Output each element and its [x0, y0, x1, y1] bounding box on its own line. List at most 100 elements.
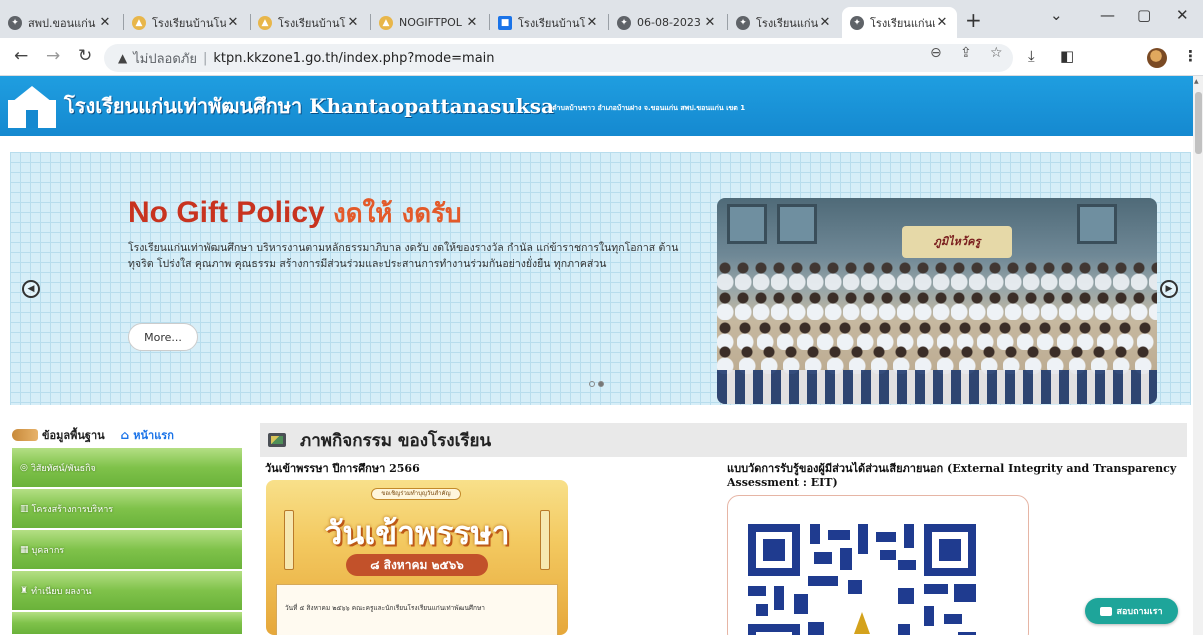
warning-icon[interactable]: ▲	[118, 51, 127, 65]
poster-caption: วันที่ ๕ สิงหาคม ๒๕๖๖ คณะครูและนักเรียนโ…	[285, 604, 485, 612]
gallery-icon	[268, 433, 286, 447]
section-title: ภาพกิจกรรม ของโรงเรียน	[300, 430, 492, 451]
bookmark-star-icon[interactable]: ☆	[990, 45, 1003, 61]
tab-title: NOGIFTPOL	[399, 16, 462, 29]
browser-tab-active[interactable]: ✦ โรงเรียนแก่นเท่า ✕	[842, 7, 957, 38]
tab-title: โรงเรียนบ้านโน	[278, 16, 346, 30]
hero-title-en: No Gift Policy	[128, 196, 325, 229]
close-icon[interactable]: ✕	[226, 15, 240, 30]
browser-tab[interactable]: ✦ สพป.ขอนแก่น ✕	[0, 7, 120, 38]
new-tab-icon[interactable]: +	[965, 8, 982, 32]
sidebar-item-label: ทำเนียบ ผลงาน	[31, 586, 92, 597]
school-logo-icon[interactable]	[8, 86, 56, 128]
zoom-icon[interactable]: ⊖	[930, 45, 942, 61]
globe-icon: ✦	[8, 15, 22, 30]
close-icon[interactable]: ✕	[346, 15, 360, 30]
sidebar-item-more[interactable]	[12, 612, 242, 635]
school-icon: ▲	[132, 15, 146, 30]
hero-title: No Gift Policy งดให้ งดรับ	[128, 193, 462, 234]
back-icon[interactable]: ←	[14, 46, 28, 66]
browser-tab[interactable]: ▲ โรงเรียนบ้านโน ✕	[124, 7, 248, 38]
more-button[interactable]: More...	[128, 323, 198, 351]
close-icon[interactable]: ✕	[703, 15, 717, 30]
slider-dot[interactable]	[589, 381, 595, 387]
basic-info-link[interactable]: ข้อมูลพื้นฐาน	[12, 426, 105, 444]
browser-toolbar: ← → ↻ ▲ ไม่ปลอดภัย | ktpn.kkzone1.go.th/…	[0, 38, 1203, 76]
address-bar[interactable]: ▲ ไม่ปลอดภัย | ktpn.kkzone1.go.th/index.…	[104, 44, 1013, 72]
chart-icon: ▥	[20, 503, 29, 514]
tab-title: สพป.ขอนแก่น	[28, 16, 96, 30]
tab-title: โรงเรียนบ้านโน	[518, 16, 585, 30]
award-icon: ♜	[20, 585, 29, 596]
poster-pill: ขอเชิญร่วมทำบุญวันสำคัญ	[371, 488, 461, 500]
profile-avatar[interactable]	[1147, 48, 1167, 68]
close-icon[interactable]: ✕	[585, 15, 599, 30]
hero-description: โรงเรียนแก่นเท่าพัฒนศึกษา บริหารงานตามหล…	[128, 242, 679, 270]
browser-tab[interactable]: ✦ โรงเรียนแก่นเท่า ✕	[728, 7, 840, 38]
photo-banner-text: ภูมิไหว้ครู	[902, 226, 1012, 258]
close-icon[interactable]: ✕	[465, 15, 479, 30]
slider-prev-icon[interactable]: ◀	[22, 280, 40, 298]
sidebar-item-awards[interactable]: ♜ ทำเนียบ ผลงาน	[12, 571, 242, 611]
section-header: ภาพกิจกรรม ของโรงเรียน	[260, 423, 1187, 457]
poster-headline: วันเข้าพรรษา	[324, 514, 510, 552]
browser-tab[interactable]: ✦ 06-08-2023 ✕	[609, 7, 725, 38]
close-window-icon[interactable]: ✕	[1176, 6, 1189, 24]
home-link[interactable]: ⌂ หน้าแรก	[121, 426, 174, 444]
browser-tab[interactable]: ▲ NOGIFTPOL ✕	[371, 7, 487, 38]
eit-qr-card[interactable]	[727, 495, 1029, 635]
url-text[interactable]: ktpn.kkzone1.go.th/index.php?mode=main	[213, 51, 494, 66]
sidebar-item-label: วิสัยทัศน์/พันธกิจ	[30, 463, 96, 474]
poster-panel: วันที่ ๕ สิงหาคม ๒๕๖๖ คณะครูและนักเรียนโ…	[276, 584, 558, 635]
slider-next-icon[interactable]: ▶	[1160, 280, 1178, 298]
poster-date: ๘ สิงหาคม ๒๕๖๖	[346, 554, 488, 576]
reload-icon[interactable]: ↻	[78, 46, 92, 66]
scroll-up-icon[interactable]: ▲	[1194, 78, 1199, 85]
chat-bubble-icon	[1100, 606, 1113, 616]
close-icon[interactable]: ✕	[98, 15, 112, 30]
page-scrollbar[interactable]	[1193, 76, 1203, 635]
globe-icon: ✦	[617, 15, 631, 30]
school-icon: ▲	[258, 15, 272, 30]
slider-dots	[589, 381, 604, 387]
browser-tab[interactable]: ▲ โรงเรียนบ้านโน ✕	[250, 7, 368, 38]
browser-tab[interactable]: ■ โรงเรียนบ้านโน ✕	[490, 7, 607, 38]
site-subtitle: ตำบลบ้านขาว อำเภอบ้านฝาง จ.ขอนแก่น สพป.ข…	[552, 104, 746, 112]
close-icon[interactable]: ✕	[935, 15, 949, 30]
site-icon: ■	[498, 15, 512, 30]
hand-icon	[12, 429, 38, 441]
people-icon: ▦	[20, 544, 29, 555]
sidebar-item-vision[interactable]: ◎ วิสัยทัศน์/พันธกิจ	[12, 448, 242, 488]
download-icon[interactable]: ⤓	[1028, 47, 1035, 65]
tab-title: โรงเรียนแก่นเท่า	[870, 16, 935, 30]
forward-icon[interactable]: →	[46, 46, 60, 66]
slider-dot-active[interactable]	[598, 381, 604, 387]
eit-title[interactable]: แบบวัดการรับรู้ของผู้มีส่วนได้ส่วนเสียภา…	[727, 462, 1177, 490]
tab-title: โรงเรียนแก่นเท่า	[756, 16, 818, 30]
tab-title: โรงเรียนบ้านโน	[152, 16, 226, 30]
restore-icon[interactable]: ▢	[1137, 6, 1151, 24]
menu-kebab-icon[interactable]: ⋮	[1183, 47, 1198, 65]
sidebar-item-label: บุคลากร	[31, 545, 65, 556]
share-icon[interactable]: ⇪	[960, 45, 972, 61]
side-panel-icon[interactable]: ◧	[1060, 47, 1074, 65]
target-icon: ◎	[20, 462, 28, 473]
chat-label: สอบถามเรา	[1116, 607, 1163, 617]
globe-icon: ✦	[850, 15, 864, 30]
globe-icon: ✦	[736, 15, 750, 30]
activity-title[interactable]: วันเข้าพรรษา ปีการศึกษา 2566	[265, 462, 605, 476]
sidebar-item-structure[interactable]: ▥ โครงสร้างการบริหาร	[12, 489, 242, 529]
activity-poster[interactable]: ขอเชิญร่วมทำบุญวันสำคัญ วันเข้าพรรษา ๘ ส…	[266, 480, 568, 635]
tab-search-icon[interactable]: ⌄	[1050, 6, 1063, 24]
close-icon[interactable]: ✕	[818, 15, 832, 30]
school-icon: ▲	[379, 15, 393, 30]
chat-button[interactable]: สอบถามเรา	[1085, 598, 1178, 624]
scrollbar-thumb[interactable]	[1195, 92, 1202, 154]
security-label[interactable]: ไม่ปลอดภัย	[133, 48, 197, 69]
minimize-icon[interactable]: —	[1100, 6, 1115, 24]
hero-photo: ภูมิไหว้ครู	[717, 198, 1157, 404]
hero-title-th: งดให้ งดรับ	[333, 199, 462, 229]
sidebar-item-label: โครงสร้างการบริหาร	[31, 504, 114, 515]
sidebar-item-staff[interactable]: ▦ บุคลากร	[12, 530, 242, 570]
site-title[interactable]: โรงเรียนแก่นเท่าพัฒนศึกษา Khantaopattana…	[64, 90, 554, 122]
